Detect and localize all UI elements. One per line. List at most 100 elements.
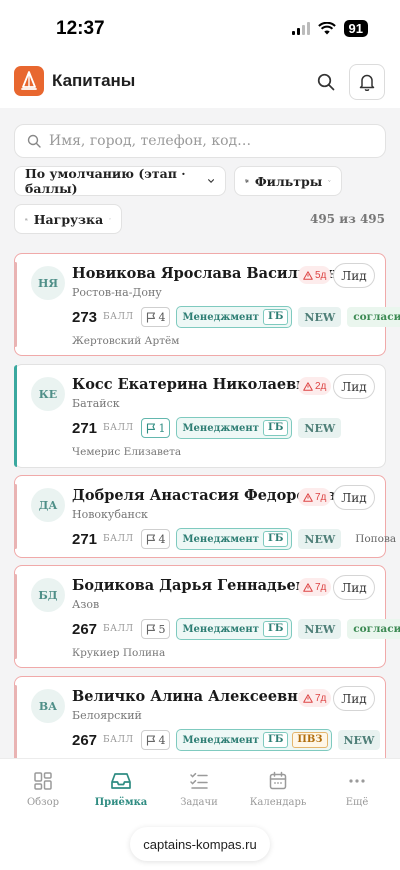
avatar: КЕ — [31, 377, 65, 411]
new-badge: NEW — [298, 619, 342, 639]
warning-icon — [303, 492, 313, 502]
results-count: 495 из 495 — [309, 212, 385, 226]
tab-calendar[interactable]: Календарь — [238, 771, 318, 808]
stage-button[interactable]: Лид — [333, 575, 375, 600]
status-time: 12:37 — [56, 18, 105, 39]
main-content: По умолчанию (этап · баллы) Фильтры Нагр… — [0, 108, 400, 758]
tab-tasks[interactable]: Задачи — [159, 771, 239, 808]
sort-label: По умолчанию (этап · баллы) — [25, 166, 186, 196]
tab-label: Задачи — [180, 797, 218, 808]
overdue-badge: 2д — [298, 377, 332, 395]
sort-dropdown[interactable]: По умолчанию (этап · баллы) — [14, 166, 226, 196]
sliders-icon — [245, 179, 249, 183]
management-label: Менеджмент — [182, 734, 259, 746]
sail-logo-icon — [21, 71, 37, 90]
stage-button[interactable]: Лид — [333, 686, 375, 711]
tab-more[interactable]: Ещё — [317, 771, 397, 808]
management-badge: Менеджмент ГБ ПВЗ — [176, 729, 332, 751]
overdue-days: 7д — [315, 491, 327, 503]
tab-overview[interactable]: Обзор — [3, 771, 83, 808]
avatar: ВА — [31, 689, 65, 723]
overdue-badge: 5д — [298, 266, 332, 284]
overdue-badge: 7д — [298, 689, 332, 707]
management-badge: Менеджмент ГБ — [176, 417, 293, 439]
flags-count: 4 — [141, 529, 171, 549]
gb-tag: ГБ — [262, 621, 289, 637]
users-icon — [25, 217, 28, 221]
wifi-icon — [317, 22, 336, 35]
score-value: 267 — [72, 731, 98, 749]
card-metrics: 273 БАЛЛ 4 МенеджментГБ NEW согласие — [72, 306, 400, 328]
bell-icon — [359, 74, 375, 91]
flag-icon — [147, 533, 156, 544]
candidate-name: Косс Екатерина Николаевна — [72, 376, 317, 393]
flags-number: 4 — [158, 310, 166, 324]
notifications-button[interactable] — [349, 64, 385, 100]
inbox-icon — [111, 773, 131, 789]
gb-tag: ГБ — [262, 732, 289, 748]
candidate-name: Бодикова Дарья Геннадьевна — [72, 577, 326, 594]
card-metrics: 271 БАЛЛ 1 Менеджмент ГБ NEW — [72, 417, 342, 439]
flags-number: 5 — [158, 622, 166, 636]
candidate-card[interactable]: КЕ Косс Екатерина Николаевна 2д Лид Бата… — [14, 364, 386, 468]
flags-number: 4 — [158, 532, 166, 546]
candidate-city: Батайск — [72, 397, 120, 410]
search-icon — [27, 134, 41, 148]
manager-name: Жертовский Артём — [72, 335, 180, 347]
status-bar: 12:37 91 — [0, 0, 400, 56]
management-badge: Менеджмент ГБ — [176, 618, 293, 640]
browser-url-bar[interactable]: captains-kompas.ru — [130, 827, 270, 861]
management-badge: Менеджмент ГБ — [176, 306, 293, 328]
overdue-days: 7д — [315, 692, 327, 704]
stage-button[interactable]: Лид — [333, 263, 375, 288]
gb-tag: ГБ — [262, 309, 289, 325]
manager-name: Попова Мария — [355, 533, 400, 545]
tab-label: Календарь — [249, 797, 307, 808]
header-search-button[interactable] — [312, 68, 340, 96]
management-label: Менеджмент — [182, 623, 259, 635]
tab-label: Ещё — [345, 797, 369, 808]
search-bar[interactable] — [14, 124, 386, 158]
candidate-name: Добреля Анастасия Федоровна — [72, 487, 337, 504]
score-label: БАЛЛ — [103, 624, 134, 634]
tab-intake[interactable]: Приёмка — [81, 771, 161, 808]
search-input[interactable] — [49, 133, 369, 149]
flags-count: 1 — [141, 418, 171, 438]
filters-button[interactable]: Фильтры — [234, 166, 342, 196]
card-stripe — [14, 685, 17, 758]
candidate-card[interactable]: БД Бодикова Дарья Геннадьевна 7д Лид Азо… — [14, 565, 400, 668]
warning-icon — [303, 270, 313, 280]
flag-icon — [147, 623, 156, 634]
consent-badge: согласие — [347, 619, 400, 639]
gb-tag: ГБ — [262, 420, 289, 436]
candidate-city: Новокубанск — [72, 508, 148, 521]
checklist-icon — [190, 772, 208, 789]
card-metrics: 271 БАЛЛ 4 МенеджментГБ NEW Попова Мария — [72, 528, 400, 550]
score-label: БАЛЛ — [103, 423, 134, 433]
chevron-down-icon — [328, 180, 331, 182]
gb-tag: ГБ — [262, 531, 289, 547]
overdue-badge: 7д — [298, 578, 332, 596]
manager-name: Крукиер Полина — [72, 647, 166, 659]
flags-number: 4 — [158, 733, 166, 747]
new-badge: NEW — [298, 529, 342, 549]
score-value: 271 — [72, 419, 98, 437]
candidate-name: Величко Алина Алексеевна — [72, 688, 308, 705]
card-stripe — [14, 574, 17, 659]
manager-name: Чемерис Елизавета — [72, 446, 182, 458]
load-label: Нагрузка — [33, 211, 104, 227]
card-stripe — [14, 484, 17, 549]
score-label: БАЛЛ — [103, 534, 134, 544]
stage-button[interactable]: Лид — [333, 485, 375, 510]
card-stripe — [14, 365, 17, 467]
candidate-card[interactable]: ДА Добреля Анастасия Федоровна 7д Лид Но… — [14, 475, 400, 558]
candidate-card[interactable]: ВА Величко Алина Алексеевна 7д Лид Белоя… — [14, 676, 386, 758]
candidate-card[interactable]: НЯ Новикова Ярослава Васильевна 5д Лид Р… — [14, 253, 400, 356]
warning-icon — [303, 693, 313, 703]
stage-button[interactable]: Лид — [333, 374, 375, 399]
flags-count: 4 — [141, 730, 171, 750]
load-dropdown[interactable]: Нагрузка — [14, 204, 122, 234]
flags-count: 5 — [141, 619, 171, 639]
overdue-days: 2д — [315, 380, 327, 392]
flags-number: 1 — [158, 421, 166, 435]
